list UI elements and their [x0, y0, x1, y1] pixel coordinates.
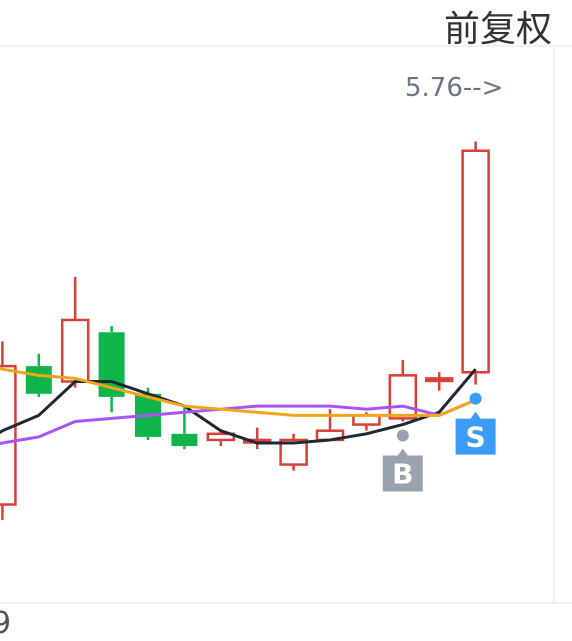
max-price-label: 5.76-->	[405, 73, 503, 103]
candle-body	[60, 318, 90, 383]
x-axis-tick-label: 9	[0, 606, 12, 641]
signal-marker-s[interactable]: S	[455, 392, 496, 455]
candle-body	[25, 366, 52, 394]
candle-body	[461, 149, 490, 374]
candle-up	[279, 433, 308, 471]
candle-body	[424, 377, 454, 383]
candlestick-chart: B S 5.76-->	[0, 45, 572, 604]
candle-body	[0, 364, 17, 506]
candle-up	[461, 141, 490, 385]
signal-dot	[396, 429, 409, 442]
candle-body	[388, 374, 418, 420]
signal-dot	[469, 392, 482, 405]
signal-marker-b[interactable]: B	[382, 429, 423, 492]
candle-up	[315, 409, 345, 442]
candle-up	[60, 276, 90, 388]
signal-label: S	[466, 421, 486, 454]
candle-body	[171, 433, 198, 447]
candle-down	[98, 326, 125, 413]
candle-up	[388, 359, 418, 422]
signal-label: B	[392, 457, 413, 490]
candle-up	[424, 372, 454, 391]
